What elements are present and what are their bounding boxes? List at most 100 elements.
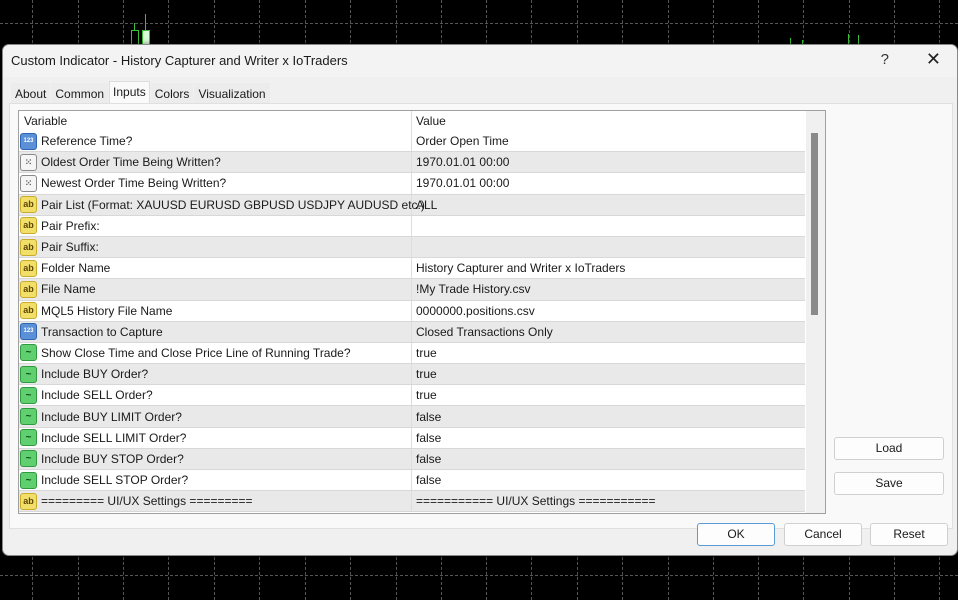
table-row[interactable]: ⁙ Oldest Order Time Being Written? 1970.01… [19,152,805,174]
variable-cell[interactable]: ~ Include SELL LIMIT Order? [19,427,412,448]
string-icon: ab [20,259,37,277]
save-button[interactable]: Save [834,472,944,495]
dialog-title: Custom Indicator - History Capturer and … [11,53,348,68]
variable-cell[interactable]: ab Pair List (Format: XAUUSD EURUSD GBPUS… [19,194,425,215]
tab-visualization[interactable]: Visualization [194,83,270,105]
value-cell[interactable]: 1970.01.01 00:00 [412,173,805,193]
value-cell[interactable]: true [412,364,805,384]
datetime-icon: ⁙ [20,153,37,171]
value-cell[interactable] [412,216,805,236]
variable-cell[interactable]: 123 Reference Time? [19,131,412,152]
variable-cell[interactable]: ~ Include SELL STOP Order? [19,470,412,491]
variable-name: Transaction to Capture [41,324,163,339]
table-row[interactable]: ab ========= UI/UX Settings ========= ====… [19,491,805,513]
variable-cell[interactable]: ~ Include SELL Order? [19,385,412,406]
tab-about[interactable]: About [11,83,51,105]
value-cell[interactable]: !My Trade History.csv [412,279,805,299]
variable-cell[interactable]: ab MQL5 History File Name [19,300,412,321]
table-row[interactable]: ~ Include SELL LIMIT Order? false [19,427,805,449]
string-icon: ab [20,280,37,298]
table-row[interactable]: ⁙ Newest Order Time Being Written? 1970.01… [19,173,805,195]
table-row[interactable]: 123 Transaction to Capture Closed Transact… [19,321,805,343]
variable-cell[interactable]: ~ Include BUY Order? [19,364,412,385]
value-cell[interactable]: Order Open Time [412,131,805,151]
title-bar[interactable]: Custom Indicator - History Capturer and … [3,45,957,77]
value-cell[interactable]: Closed Transactions Only [412,322,805,342]
column-header-variable[interactable]: Variable [19,111,412,131]
grid-line [0,23,958,24]
string-icon: ab [20,492,37,510]
value-cell[interactable]: 0000000.positions.csv [412,301,805,321]
reset-button[interactable]: Reset [870,523,948,546]
variable-cell[interactable]: ab Folder Name [19,258,412,279]
variable-name: Pair List (Format: XAUUSD EURUSD GBPUSD … [41,197,425,212]
table-row[interactable]: ~ Include BUY LIMIT Order? false [19,406,805,428]
table-row[interactable]: 123 Reference Time? Order Open Time [19,131,805,153]
grid-line [0,575,958,576]
variable-name: Folder Name [41,261,111,276]
variable-name: Include SELL STOP Order? [41,473,189,488]
variable-cell[interactable]: ~ Show Close Time and Close Price Line of… [19,342,412,364]
table-row[interactable]: ab Pair Prefix: [19,215,805,237]
variable-cell[interactable]: ab ========= UI/UX Settings ========= [19,491,412,512]
table-row[interactable]: ~ Show Close Time and Close Price Line of… [19,342,805,365]
variable-name: Include BUY Order? [41,367,149,382]
table-row[interactable]: ab Pair List (Format: XAUUSD EURUSD GBPUS… [19,194,805,216]
table-header: Variable Value [19,111,805,131]
variable-name: Include BUY STOP Order? [41,451,184,466]
close-button[interactable]: ✕ [926,49,941,70]
table-row[interactable]: ab File Name !My Trade History.csv [19,279,805,301]
candle-wick [848,34,849,44]
string-icon: ab [20,302,37,320]
table-row[interactable]: ab Pair Suffix: [19,236,805,259]
string-icon: ab [20,196,37,214]
table-row[interactable]: ~ Include SELL Order? true [19,385,805,407]
table-row[interactable]: ab MQL5 History File Name 0000000.position… [19,300,805,322]
variable-cell[interactable]: ab Pair Suffix: [19,236,412,258]
inputs-table: Variable Value 123 Reference Time? Order O… [18,110,826,514]
variable-name: Show Close Time and Close Price Line of … [41,345,351,360]
tab-inputs[interactable]: Inputs [109,81,150,105]
boolean-icon: ~ [20,386,37,404]
value-cell[interactable]: false [412,428,805,448]
value-cell[interactable]: false [412,406,805,426]
number-icon: 123 [20,323,37,341]
load-button[interactable]: Load [834,437,944,460]
tab-colors[interactable]: Colors [150,83,194,105]
variable-cell[interactable]: ⁙ Oldest Order Time Being Written? [19,152,412,173]
ok-button[interactable]: OK [697,523,775,546]
value-cell[interactable]: true [412,385,805,405]
value-cell[interactable]: ALL [412,195,805,215]
value-cell[interactable]: false [412,449,805,469]
boolean-icon: ~ [20,344,37,362]
variable-cell[interactable]: ab File Name [19,279,412,300]
variable-cell[interactable]: 123 Transaction to Capture [19,321,412,342]
value-cell[interactable] [412,237,805,257]
variable-name: Include SELL LIMIT Order? [41,430,187,445]
vertical-scrollbar[interactable] [806,111,825,513]
variable-cell[interactable]: ⁙ Newest Order Time Being Written? [19,173,412,194]
column-header-value[interactable]: Value [412,111,805,131]
help-button[interactable]: ? [881,51,889,68]
variable-name: MQL5 History File Name [41,303,173,318]
variable-name: File Name [41,282,96,297]
variable-name: ========= UI/UX Settings ========= [41,494,253,509]
tab-common[interactable]: Common [51,83,109,105]
cancel-button[interactable]: Cancel [784,523,862,546]
table-row[interactable]: ~ Include BUY STOP Order? false [19,448,805,470]
variable-name: Newest Order Time Being Written? [41,176,227,191]
value-cell[interactable]: =========== UI/UX Settings =========== [412,491,805,511]
table-row[interactable]: ab Folder Name History Capturer and Writer… [19,258,805,280]
variable-cell[interactable]: ab Pair Prefix: [19,215,412,236]
variable-cell[interactable]: ~ Include BUY STOP Order? [19,448,412,469]
value-cell[interactable]: false [412,470,805,490]
table-body: 123 Reference Time? Order Open Time ⁙ Oldest… [19,131,805,513]
table-row[interactable]: ~ Include SELL STOP Order? false [19,470,805,492]
value-cell[interactable]: 1970.01.01 00:00 [412,152,805,172]
table-row[interactable]: ~ Include BUY Order? true [19,364,805,386]
boolean-icon: ~ [20,471,37,489]
variable-cell[interactable]: ~ Include BUY LIMIT Order? [19,406,412,427]
scrollbar-thumb[interactable] [811,133,818,315]
value-cell[interactable]: true [412,343,805,363]
value-cell[interactable]: History Capturer and Writer x IoTraders [412,258,805,278]
